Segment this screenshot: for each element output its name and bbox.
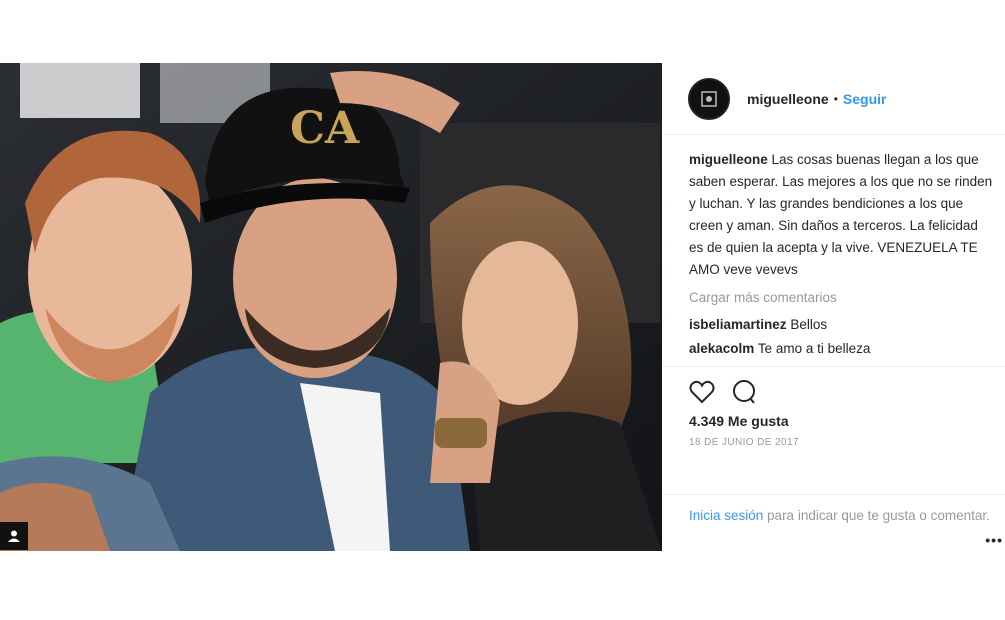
comment-text: Te amo a ti belleza [757, 341, 871, 356]
action-icons [689, 377, 1005, 407]
profile-avatar-icon [701, 90, 717, 107]
comment-username[interactable]: isbeliamartinez [689, 317, 787, 332]
post-actions: 4.349 Me gusta 18 DE JUNIO DE 2017 [662, 366, 1005, 448]
caption: miguelleone Las cosas buenas llegan a lo… [689, 149, 995, 281]
header-username[interactable]: miguelleone [747, 91, 829, 107]
comment: isbeliamartinez Bellos [689, 314, 995, 336]
like-count[interactable]: 4.349 Me gusta [689, 413, 1005, 429]
header-separator: • [833, 91, 838, 106]
comment-text: Bellos [790, 317, 828, 332]
heart-icon[interactable] [689, 380, 715, 404]
follow-button[interactable]: Seguir [843, 91, 887, 107]
post-header: miguelleone • Seguir [662, 63, 1005, 135]
cap-logo: CA [290, 103, 360, 154]
post-photo[interactable]: CA [0, 63, 662, 551]
login-prompt-text: para indicar que te gusta o comentar. [763, 508, 990, 523]
avatar[interactable] [688, 77, 730, 120]
comments-section: miguelleone Las cosas buenas llegan a lo… [662, 135, 1005, 360]
comment-username[interactable]: alekacolm [689, 341, 754, 356]
post-date: 18 DE JUNIO DE 2017 [689, 437, 799, 448]
post-sidebar: miguelleone • Seguir miguelleone Las cos… [662, 63, 1005, 551]
login-link[interactable]: Inicia sesión [689, 508, 763, 523]
user-tag-icon [8, 530, 20, 542]
caption-text: Las cosas buenas llegan a los que saben … [689, 152, 993, 277]
comment-icon[interactable] [731, 379, 757, 405]
comment: alekacolm Te amo a ti belleza [689, 338, 995, 360]
login-prompt: Inicia sesión para indicar que te gusta … [662, 494, 1005, 527]
user-tag-button[interactable] [0, 522, 28, 550]
load-more-comments[interactable]: Cargar más comentarios [689, 287, 995, 309]
caption-username[interactable]: miguelleone [689, 152, 768, 167]
more-options-button[interactable]: ••• [985, 532, 1003, 548]
selfie-illustration: CA [0, 63, 662, 551]
